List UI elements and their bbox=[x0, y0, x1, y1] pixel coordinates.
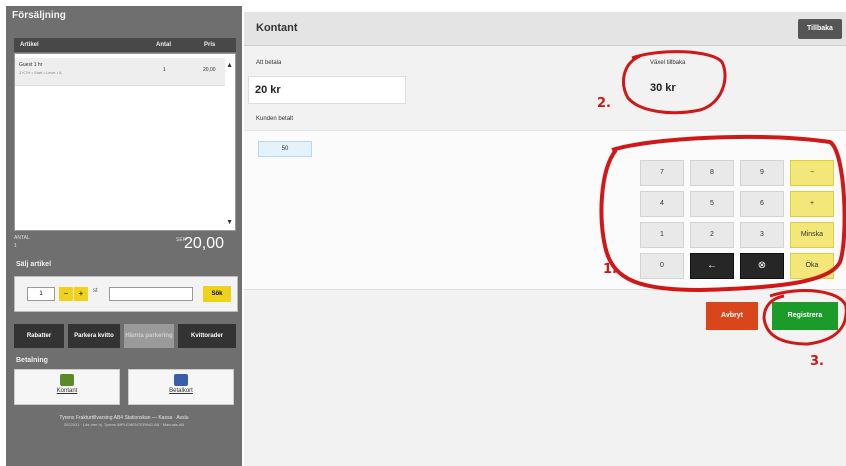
annotation-1: 1. bbox=[603, 262, 617, 277]
total-label: ANTAL bbox=[14, 235, 30, 241]
discounts-button[interactable]: Rabatter bbox=[14, 324, 64, 348]
register-button[interactable]: Registrera bbox=[772, 302, 838, 330]
customer-paid-label: Kunden betalt bbox=[256, 116, 294, 122]
sell-article-label: Sälj artikel bbox=[16, 261, 52, 268]
dialog-header: Kontant Tillbaka bbox=[244, 12, 846, 46]
cart-header-qty: Antal bbox=[156, 42, 171, 48]
to-pay-label: Att betala bbox=[256, 60, 282, 66]
key-2-button[interactable]: 2 bbox=[690, 222, 734, 248]
scroll-up-icon[interactable]: ▲ bbox=[226, 62, 233, 69]
fetch-parked-button[interactable]: Hämta parkering bbox=[124, 324, 174, 348]
cart-item-price: 20,00 bbox=[203, 67, 216, 73]
sell-article-box: 1 − + st Sök bbox=[14, 276, 238, 312]
key-3-button[interactable]: 3 bbox=[740, 222, 784, 248]
decrease-quantity-button[interactable]: − bbox=[59, 287, 73, 301]
key-clear-button[interactable]: ⊗ bbox=[740, 253, 784, 279]
total-count: 1 bbox=[14, 243, 17, 249]
key-increase-button[interactable]: Öka bbox=[790, 253, 834, 279]
cash-payment-label: Kontant bbox=[56, 388, 78, 394]
cash-payment-button[interactable]: Kontant bbox=[14, 369, 120, 405]
card-icon bbox=[174, 374, 188, 386]
search-article-button[interactable]: Sök bbox=[203, 286, 231, 302]
pos-screen: Försäljning Artikel Antal Pris Guest 1 h… bbox=[0, 0, 846, 466]
change-label: Växel tillbaka bbox=[650, 60, 686, 66]
quantity-unit-label: st bbox=[93, 288, 98, 294]
change-value: 30 kr bbox=[650, 82, 676, 94]
receipt-lines-button[interactable]: Kvittorader bbox=[178, 324, 236, 348]
cash-icon bbox=[60, 374, 74, 386]
sidebar-title: Försäljning bbox=[12, 10, 66, 21]
footer-line-2: 2022021 · Läs mer hj. Tyrens IMPLEMENTER… bbox=[63, 422, 185, 427]
key-minus-button[interactable]: − bbox=[790, 160, 834, 186]
to-pay-value: 20 kr bbox=[248, 76, 406, 104]
article-code-input[interactable] bbox=[109, 287, 193, 301]
cart-row[interactable]: Guest 1 hr 3 KTH • Start • Lewe • A 1 20… bbox=[15, 58, 225, 86]
card-payment-button[interactable]: Betalkort bbox=[128, 369, 234, 405]
scroll-down-icon[interactable]: ▼ bbox=[226, 219, 233, 226]
sell-quantity-input[interactable]: 1 bbox=[27, 287, 55, 301]
back-button[interactable]: Tillbaka bbox=[798, 19, 842, 39]
cart-item-qty: 1 bbox=[163, 67, 166, 73]
customer-paid-input[interactable]: 50 bbox=[258, 141, 312, 157]
cart-header: Artikel Antal Pris bbox=[14, 38, 236, 52]
park-receipt-button[interactable]: Parkera kvitto bbox=[68, 324, 120, 348]
total-amount: 20,00 bbox=[184, 235, 225, 252]
cancel-button[interactable]: Avbryt bbox=[706, 302, 758, 330]
key-backspace-button[interactable]: ← bbox=[690, 253, 734, 279]
cart-item-name: Guest 1 hr bbox=[19, 62, 43, 68]
key-4-button[interactable]: 4 bbox=[640, 191, 684, 217]
cart-list: Guest 1 hr 3 KTH • Start • Lewe • A 1 20… bbox=[14, 53, 236, 231]
annotation-2: 2. bbox=[597, 96, 611, 111]
sales-sidebar: Försäljning Artikel Antal Pris Guest 1 h… bbox=[6, 6, 242, 466]
increase-quantity-button[interactable]: + bbox=[74, 287, 88, 301]
key-6-button[interactable]: 6 bbox=[740, 191, 784, 217]
annotation-3: 3. bbox=[810, 354, 824, 369]
cart-item-detail: 3 KTH • Start • Lewe • A bbox=[19, 70, 62, 75]
footer-line-1: Tyrens Frakturtillvarsing AB4 Stationska… bbox=[59, 415, 189, 421]
key-plus-button[interactable]: + bbox=[790, 191, 834, 217]
key-9-button[interactable]: 9 bbox=[740, 160, 784, 186]
key-1-button[interactable]: 1 bbox=[640, 222, 684, 248]
cart-header-price: Pris bbox=[204, 42, 216, 48]
key-decrease-button[interactable]: Minska bbox=[790, 222, 834, 248]
dialog-title: Kontant bbox=[256, 22, 298, 34]
cart-header-article: Artikel bbox=[20, 42, 39, 48]
key-8-button[interactable]: 8 bbox=[690, 160, 734, 186]
key-5-button[interactable]: 5 bbox=[690, 191, 734, 217]
card-payment-label: Betalkort bbox=[169, 388, 193, 394]
key-0-button[interactable]: 0 bbox=[640, 253, 684, 279]
payment-label: Betalning bbox=[16, 357, 48, 364]
key-7-button[interactable]: 7 bbox=[640, 160, 684, 186]
cash-dialog: Kontant Tillbaka Att betala 20 kr Växel … bbox=[244, 12, 846, 466]
